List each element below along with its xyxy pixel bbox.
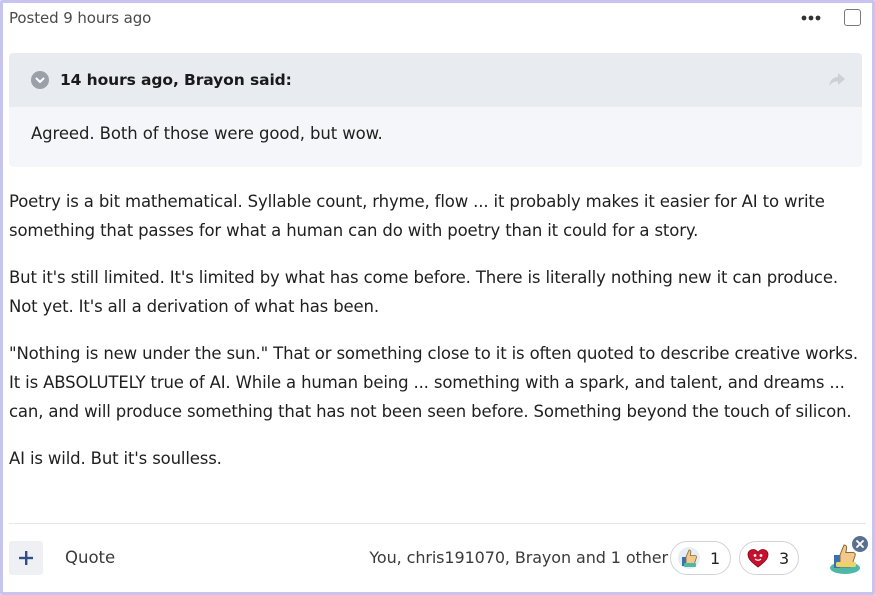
post-footer: Quote You, chris191070, Brayon and 1 oth… [9, 534, 870, 578]
footer-divider [9, 523, 866, 524]
x-icon [856, 540, 864, 548]
reaction-thumbs-up[interactable]: 1 [670, 541, 731, 575]
posted-prefix: Posted [9, 9, 59, 27]
post-content: Poetry is a bit mathematical. Syllable c… [9, 187, 867, 491]
react-button[interactable] [826, 534, 870, 576]
post-paragraph: AI is wild. But it's soulless. [9, 449, 222, 468]
select-post-checkbox[interactable] [844, 9, 861, 26]
posted-timestamp[interactable]: Posted 9 hours ago [9, 9, 151, 27]
multiquote-button[interactable] [9, 541, 43, 575]
more-options-button[interactable] [799, 7, 823, 29]
go-to-quoted-post-button[interactable] [828, 72, 846, 88]
reaction-heart[interactable]: 3 [739, 541, 799, 575]
quote-header: 14 hours ago, Brayon said: [9, 53, 862, 107]
quote-button[interactable]: Quote [65, 548, 115, 567]
reaction-count: 3 [779, 548, 790, 568]
reaction-count: 1 [710, 548, 721, 568]
chevron-down-icon [35, 77, 45, 83]
quote-text: Agreed. Both of those were good, but wow… [31, 124, 383, 143]
plus-icon [19, 551, 33, 565]
post-paragraph: "Nothing is new under the sun." That or … [9, 344, 858, 421]
reactors-list[interactable]: You, chris191070, Brayon and 1 other [369, 548, 668, 567]
post-header: Posted 9 hours ago [9, 6, 861, 30]
share-arrow-icon [829, 73, 845, 87]
quote-block: 14 hours ago, Brayon said: Agreed. Both … [9, 53, 862, 167]
close-icon[interactable] [850, 534, 870, 554]
post-paragraph: But it's still limited. It's limited by … [9, 268, 838, 316]
thumbs-up-icon [678, 547, 700, 569]
posted-time: 9 hours ago [63, 9, 152, 27]
post-paragraph: Poetry is a bit mathematical. Syllable c… [9, 192, 825, 240]
quote-attribution: 14 hours ago, Brayon said: [60, 71, 292, 89]
collapse-quote-button[interactable] [31, 71, 49, 89]
heart-icon [747, 549, 769, 568]
more-icon [801, 15, 821, 21]
